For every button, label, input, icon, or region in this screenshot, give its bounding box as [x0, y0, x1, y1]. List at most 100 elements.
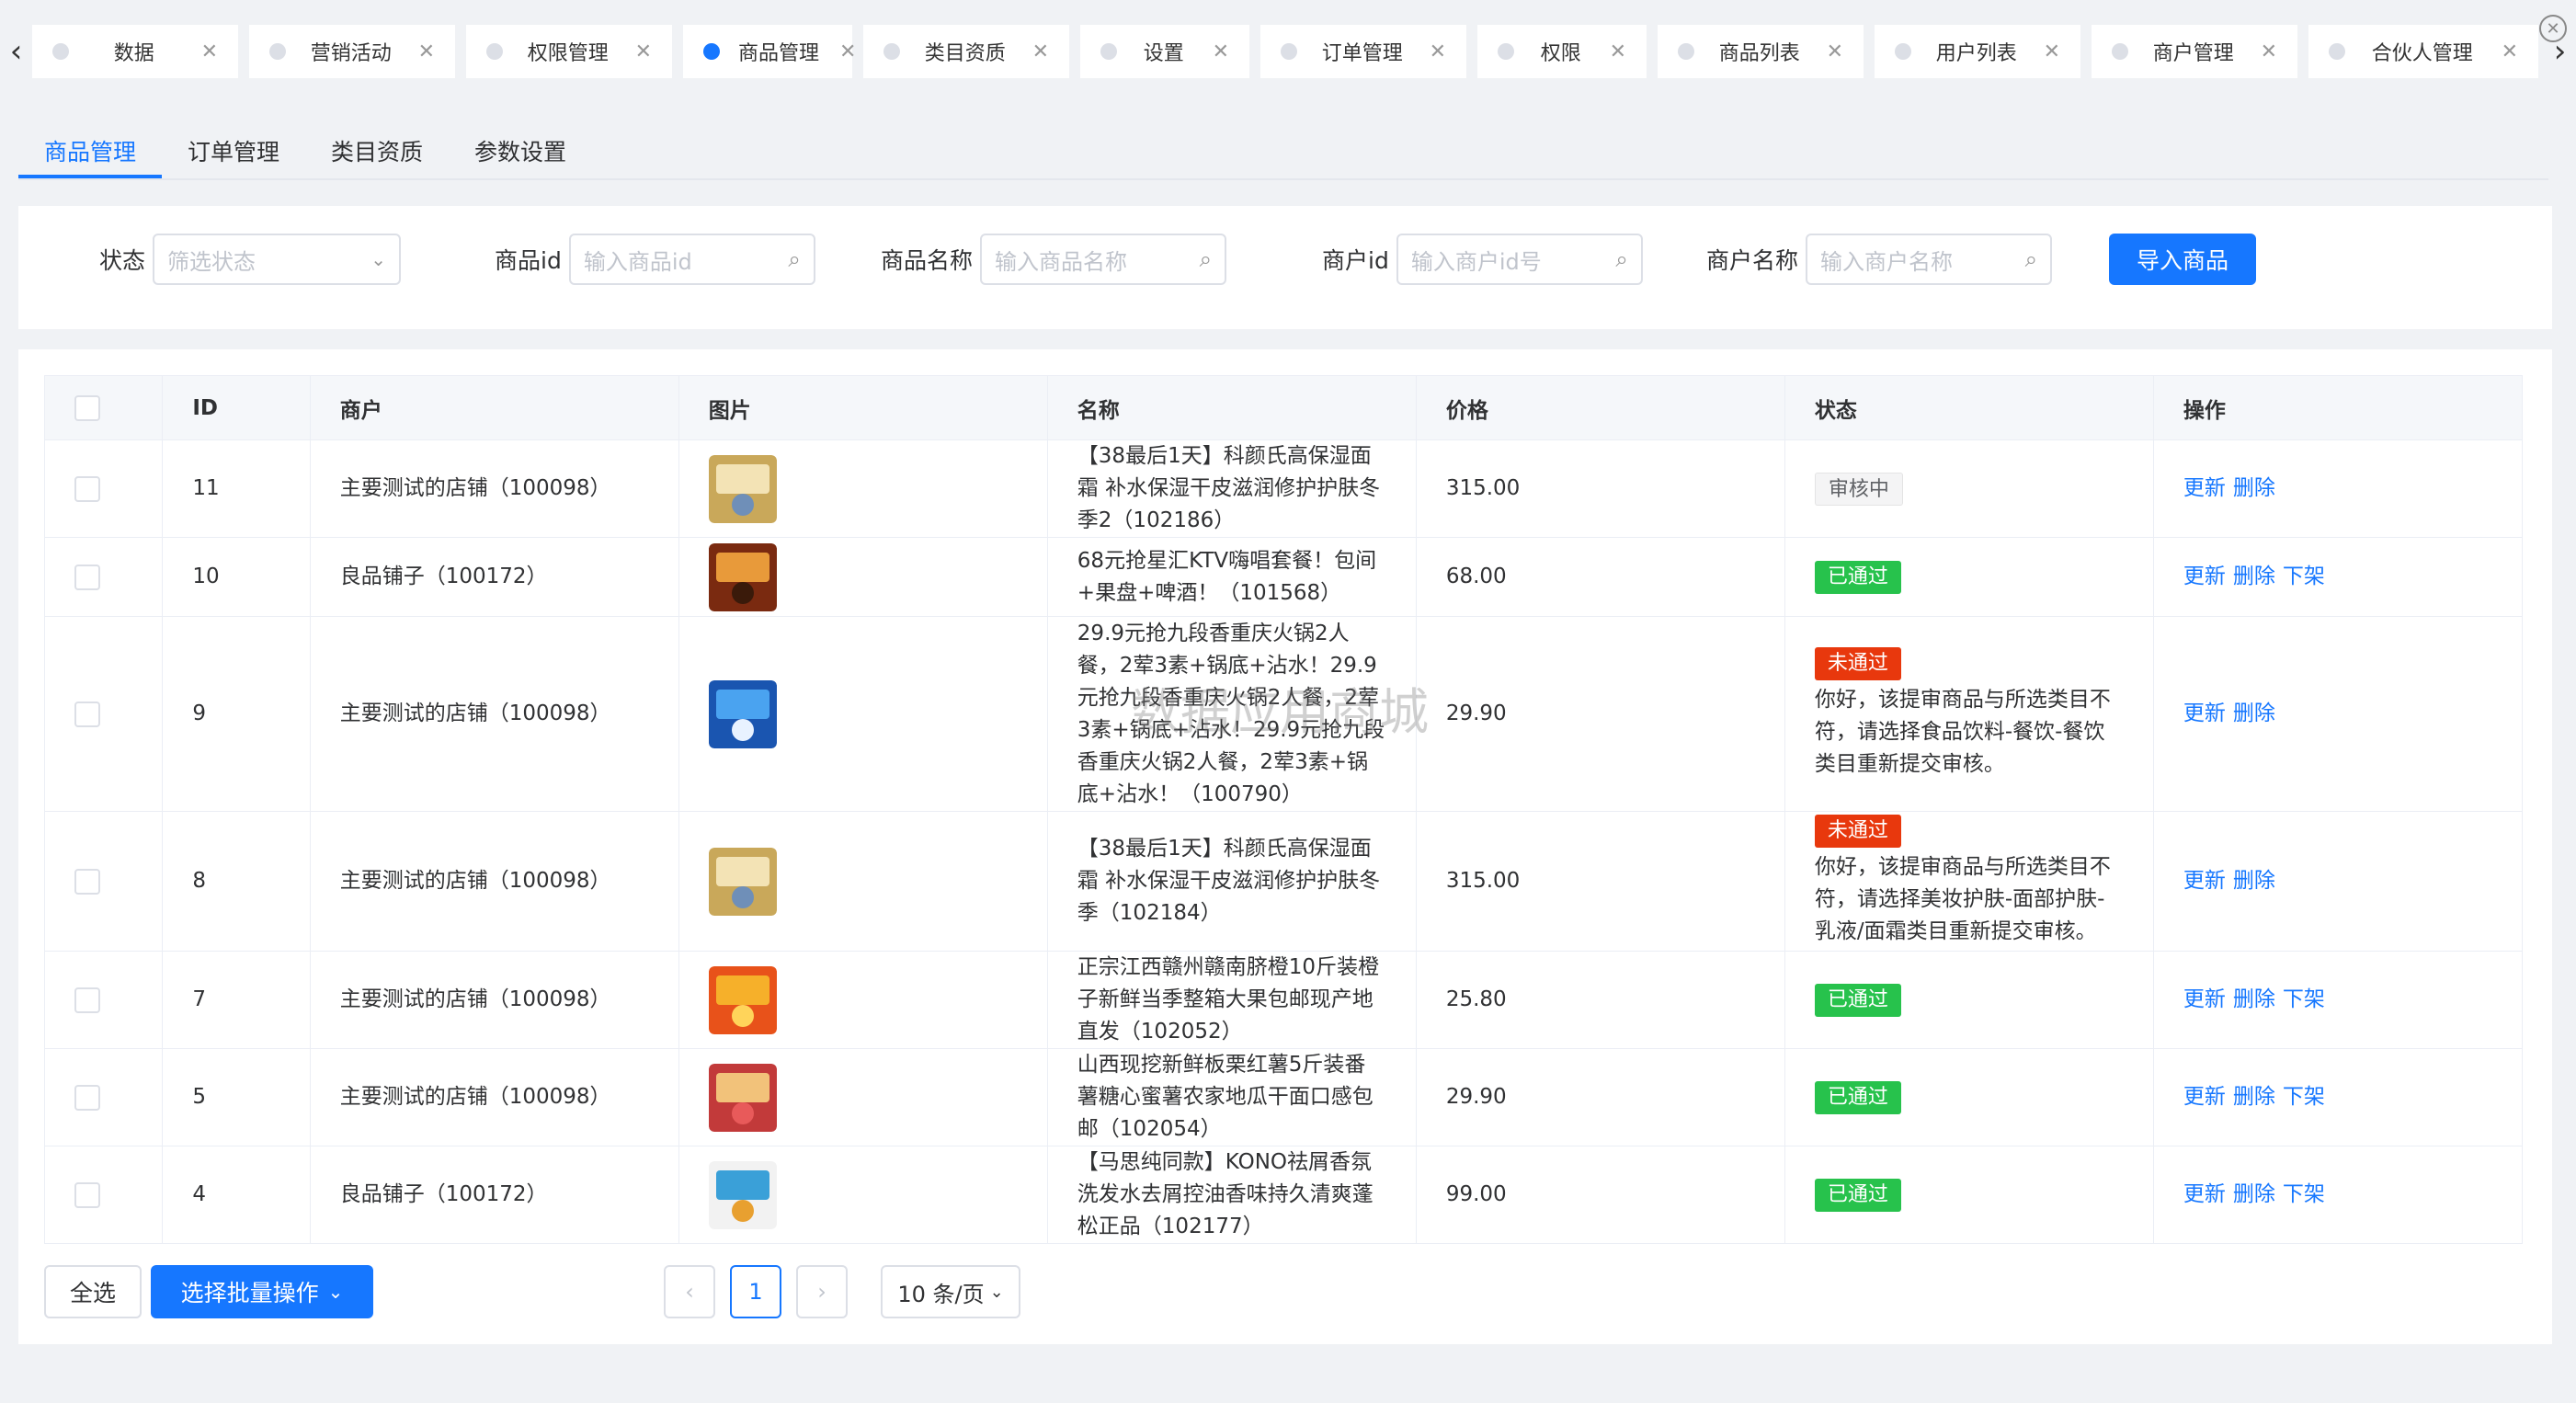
select-all-checkbox[interactable]: [74, 394, 100, 421]
table-row: 11 主要测试的店铺（100098） 【38最后1天】科颜氏高保湿面霜 补水保湿干皮…: [43, 439, 2524, 538]
merchant-id-placeholder: 输入商户id号: [1410, 248, 1542, 275]
hotpot-image[interactable]: [708, 679, 1018, 748]
filter-panel: 状态 筛选状态 ⌄ 商品id 输入商品id ⌕ 商品名称 输入商品名称 ⌕ 商户…: [18, 206, 2552, 329]
status-cell: 审核中: [1784, 439, 2154, 538]
update-link[interactable]: 更新: [2183, 869, 2226, 893]
close-all-tabs-icon[interactable]: ✕: [2539, 15, 2567, 42]
update-link[interactable]: 更新: [2183, 565, 2226, 588]
orange-image[interactable]: [708, 965, 1018, 1034]
delist-link[interactable]: 下架: [2283, 1182, 2325, 1206]
tab-0[interactable]: 数据 ✕: [32, 25, 238, 78]
merchant-cell: 主要测试的店铺（100098）: [309, 439, 679, 538]
import-goods-button[interactable]: 导入商品: [2109, 234, 2256, 285]
delete-link[interactable]: 删除: [2233, 1085, 2275, 1109]
delist-link[interactable]: 下架: [2283, 565, 2325, 588]
close-icon[interactable]: ✕: [2502, 40, 2518, 63]
page-size-label: 10 条/页: [897, 1281, 985, 1307]
sweet-potato-image[interactable]: [708, 1063, 1018, 1132]
merchant-name-input[interactable]: 输入商户名称 ⌕: [1806, 234, 2053, 285]
search-icon[interactable]: ⌕: [788, 246, 800, 272]
page-number-button[interactable]: 1: [730, 1265, 781, 1318]
delete-link[interactable]: 删除: [2233, 987, 2275, 1011]
close-icon[interactable]: ✕: [635, 40, 652, 63]
next-page-button[interactable]: ›: [796, 1265, 848, 1318]
batch-action-button[interactable]: 选择批量操作 ⌄: [151, 1265, 373, 1318]
row-checkbox[interactable]: [74, 1084, 100, 1111]
status-badge: 已通过: [1814, 1080, 1901, 1114]
delete-link[interactable]: 删除: [2233, 565, 2275, 588]
search-icon[interactable]: ⌕: [2025, 246, 2037, 272]
tab-5[interactable]: 设置 ✕: [1080, 25, 1249, 78]
status-select[interactable]: 筛选状态 ⌄: [153, 234, 402, 285]
close-icon[interactable]: ✕: [1827, 40, 1843, 63]
ktv-image[interactable]: [708, 542, 1018, 611]
page-tab-0[interactable]: 商品管理: [18, 120, 163, 178]
cosmetic-image[interactable]: [708, 847, 1018, 916]
merchant-id-input[interactable]: 输入商户id号 ⌕: [1396, 234, 1643, 285]
tab-6[interactable]: 订单管理 ✕: [1260, 25, 1466, 78]
tab-7[interactable]: 权限 ✕: [1477, 25, 1647, 78]
cosmetic-image[interactable]: [708, 454, 1018, 523]
close-icon[interactable]: ✕: [418, 40, 435, 63]
tab-3[interactable]: 商品管理 ✕: [683, 25, 856, 78]
tab-4[interactable]: 类目资质 ✕: [863, 25, 1069, 78]
page-size-select[interactable]: 10 条/页 ⌄: [881, 1265, 1020, 1318]
tab-status-dot: [2112, 43, 2128, 60]
status-cell: 已通过: [1784, 537, 2154, 617]
merchant-name-label: 商户名称: [1706, 247, 1799, 274]
row-checkbox[interactable]: [74, 701, 100, 727]
shampoo-image[interactable]: [708, 1160, 1018, 1229]
tab-2[interactable]: 权限管理 ✕: [466, 25, 672, 78]
update-link[interactable]: 更新: [2183, 476, 2226, 500]
merchant-name-filter: 商户名称 输入商户名称 ⌕: [1706, 234, 2053, 285]
tab-label: 用户列表: [1935, 42, 2017, 65]
status-label: 状态: [99, 247, 146, 274]
tab-8[interactable]: 商品列表 ✕: [1658, 25, 1864, 78]
merchant-cell: 良品铺子（100172）: [309, 537, 679, 617]
merchant-cell: 主要测试的店铺（100098）: [309, 811, 679, 952]
update-link[interactable]: 更新: [2183, 1182, 2226, 1206]
row-checkbox[interactable]: [74, 987, 100, 1013]
tab-label: 权限管理: [527, 42, 609, 65]
close-icon[interactable]: ✕: [839, 40, 856, 63]
goods-id-input[interactable]: 输入商品id ⌕: [568, 234, 815, 285]
name-cell: 【38最后1天】科颜氏高保湿面霜 补水保湿干皮滋润修护护肤冬季（102184）: [1046, 811, 1417, 952]
row-checkbox[interactable]: [74, 564, 100, 590]
close-icon[interactable]: ✕: [2044, 40, 2060, 63]
delist-link[interactable]: 下架: [2283, 1085, 2325, 1109]
update-link[interactable]: 更新: [2183, 702, 2226, 725]
tab-11[interactable]: 合伙人管理 ✕: [2308, 25, 2538, 78]
page-tab-1[interactable]: 订单管理: [162, 120, 305, 178]
prev-page-button[interactable]: ‹: [664, 1265, 715, 1318]
search-icon[interactable]: ⌕: [1200, 246, 1212, 272]
tab-status-dot: [52, 43, 69, 60]
tab-10[interactable]: 商户管理 ✕: [2092, 25, 2297, 78]
delist-link[interactable]: 下架: [2283, 987, 2325, 1011]
header-checkbox-cell: [43, 375, 164, 440]
goods-name-input[interactable]: 输入商品名称 ⌕: [980, 234, 1227, 285]
table-row: 10 良品铺子（100172） 68元抢星汇KTV嗨唱套餐！包间+果盘+啤酒！（10…: [43, 537, 2524, 617]
tab-1[interactable]: 营销活动 ✕: [249, 25, 455, 78]
delete-link[interactable]: 删除: [2233, 869, 2275, 893]
row-checkbox[interactable]: [74, 868, 100, 895]
close-icon[interactable]: ✕: [201, 40, 218, 63]
row-checkbox[interactable]: [74, 475, 100, 502]
delete-link[interactable]: 删除: [2233, 476, 2275, 500]
update-link[interactable]: 更新: [2183, 1085, 2226, 1109]
page-tab-2[interactable]: 类目资质: [305, 120, 449, 178]
tab-9[interactable]: 用户列表 ✕: [1875, 25, 2080, 78]
row-checkbox[interactable]: [74, 1181, 100, 1208]
close-icon[interactable]: ✕: [1032, 40, 1049, 63]
close-icon[interactable]: ✕: [2261, 40, 2277, 63]
delete-link[interactable]: 删除: [2233, 1182, 2275, 1206]
tab-scroll-left-icon[interactable]: ‹: [0, 24, 32, 79]
close-icon[interactable]: ✕: [1213, 40, 1229, 63]
page-tab-3[interactable]: 参数设置: [449, 120, 592, 178]
search-icon[interactable]: ⌕: [1615, 246, 1627, 272]
select-all-button[interactable]: 全选: [44, 1265, 142, 1318]
status-placeholder: 筛选状态: [167, 248, 256, 275]
close-icon[interactable]: ✕: [1610, 40, 1626, 63]
delete-link[interactable]: 删除: [2233, 702, 2275, 725]
update-link[interactable]: 更新: [2183, 987, 2226, 1011]
close-icon[interactable]: ✕: [1430, 40, 1446, 63]
